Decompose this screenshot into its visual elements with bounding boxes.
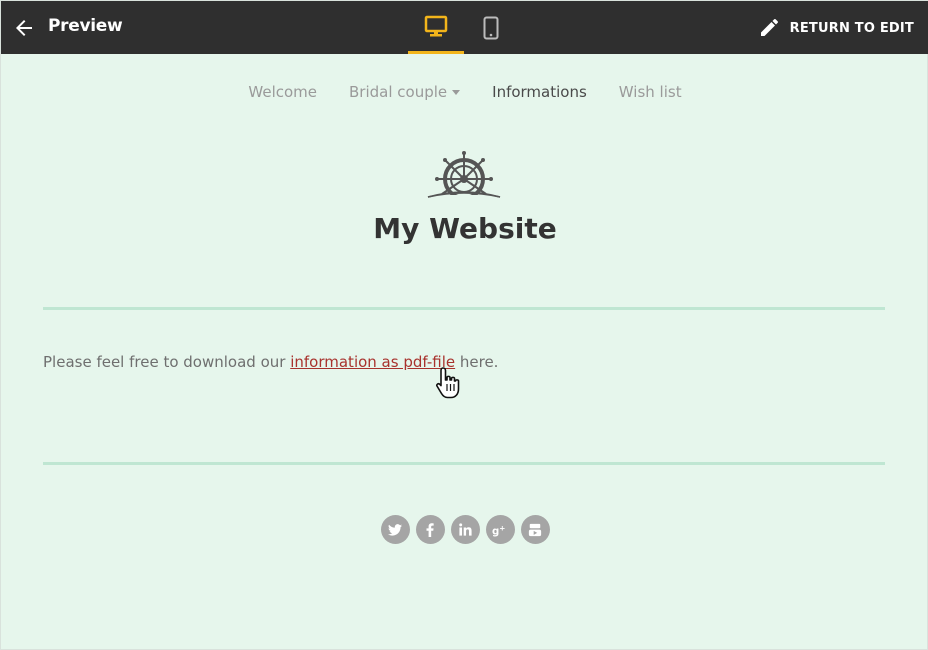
pencil-icon (760, 19, 778, 36)
google-plus-link[interactable]: g + (485, 515, 515, 544)
svg-text:g: g (492, 526, 499, 537)
pdf-download-link[interactable]: information as pdf-file (290, 353, 455, 371)
nav-item-bridal-couple[interactable]: Bridal couple (349, 83, 461, 101)
return-to-edit-label: RETURN TO EDIT (789, 20, 914, 36)
linkedin-icon (458, 523, 472, 536)
mobile-view-tab[interactable] (463, 1, 519, 54)
section-divider (43, 462, 885, 465)
twitter-link[interactable] (380, 515, 410, 544)
twitter-icon (388, 523, 402, 536)
nav-item-label: Informations (492, 83, 587, 101)
preview-page: Preview RETURN TO EDIT Welcome Bridal co… (0, 0, 928, 650)
nav-item-label: Wish list (618, 83, 682, 101)
caret-down-icon (452, 89, 461, 95)
desktop-icon (424, 15, 448, 37)
nav-item-welcome[interactable]: Welcome (248, 83, 317, 101)
info-text-before: Please feel free to download our (43, 353, 291, 371)
svg-text:+: + (499, 523, 505, 532)
youtube-icon (528, 523, 542, 536)
mobile-phone-icon (483, 16, 499, 39)
section-divider (43, 307, 885, 310)
social-links: g + (1, 515, 928, 545)
nav-item-label: Welcome (248, 83, 318, 101)
hand-cursor-icon (436, 367, 460, 399)
preview-toolbar: Preview RETURN TO EDIT (1, 1, 928, 54)
desktop-view-tab[interactable] (408, 1, 464, 54)
info-paragraph: Please feel free to download our informa… (43, 353, 498, 371)
linkedin-link[interactable] (450, 515, 480, 544)
site-title: My Website (373, 212, 557, 245)
return-to-edit-button[interactable]: RETURN TO EDIT (759, 17, 914, 39)
facebook-icon (426, 522, 434, 537)
facebook-link[interactable] (415, 515, 445, 544)
back-button[interactable] (11, 15, 37, 41)
site-nav: Welcome Bridal couple Informations Wish … (1, 80, 928, 104)
nav-item-informations[interactable]: Informations (492, 83, 587, 101)
info-text-after: here. (455, 353, 499, 371)
nav-item-wish-list[interactable]: Wish list (619, 83, 682, 101)
arrow-left-icon (16, 20, 32, 36)
nav-item-label: Bridal couple (349, 83, 448, 101)
preview-title: Preview (48, 16, 123, 36)
youtube-link[interactable] (520, 515, 550, 544)
google-plus-icon: g + (492, 523, 505, 537)
ship-wheel-icon (427, 151, 501, 205)
